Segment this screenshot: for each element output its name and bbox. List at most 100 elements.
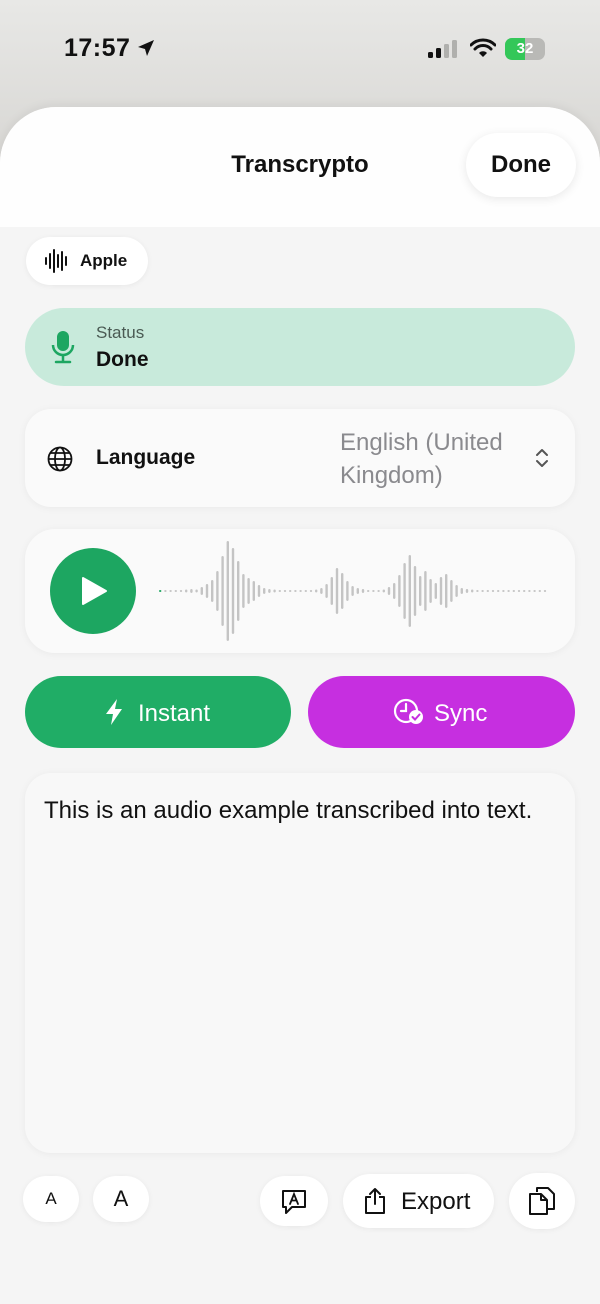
language-value: English (United Kingdom) <box>340 429 503 489</box>
waveform-bar <box>367 590 370 592</box>
waveform-bar <box>299 590 302 592</box>
export-label: Export <box>401 1188 471 1215</box>
waveform-bar <box>356 588 359 594</box>
language-label: Language <box>96 446 196 469</box>
instant-button[interactable]: Instant <box>25 676 291 748</box>
waveform-bar <box>216 571 219 611</box>
waveform-bar <box>517 590 521 592</box>
waveform-bar <box>169 590 172 592</box>
waveform-bar <box>315 589 318 593</box>
audio-waveform[interactable] <box>157 539 547 643</box>
sync-button[interactable]: Sync <box>308 676 575 748</box>
battery-level: 32 <box>516 40 534 57</box>
waveform-bar <box>294 590 297 592</box>
waveform-bar <box>455 585 458 597</box>
waveform-bar <box>190 589 193 593</box>
waveform-bar <box>445 574 448 608</box>
waveform-bar <box>393 583 396 599</box>
waveform-bar <box>512 590 515 592</box>
globe-icon <box>47 446 73 472</box>
audio-player <box>25 529 575 653</box>
waveform-bar <box>382 589 385 593</box>
waveform-bar <box>200 587 203 595</box>
waveform-bar <box>346 581 349 601</box>
play-icon <box>82 577 107 605</box>
waveform-bar <box>419 576 422 606</box>
waveform-bar <box>372 590 375 592</box>
waveform-bar <box>476 590 479 592</box>
waveform-bar <box>164 590 167 592</box>
waveform-bar <box>465 589 469 593</box>
waveform-bar <box>309 590 313 592</box>
waveform-bar <box>237 561 240 621</box>
play-button[interactable] <box>50 548 136 634</box>
waveform-bar <box>179 590 183 592</box>
increase-text-size-button[interactable]: A <box>93 1176 149 1222</box>
waveform-bar <box>434 583 437 599</box>
waveform-bar <box>289 590 292 592</box>
waveform-bar <box>226 541 229 641</box>
status-time: 17:57 <box>64 34 131 62</box>
waveform-bar <box>351 586 354 596</box>
waveform-bar <box>491 590 495 592</box>
status-value: Done <box>96 348 149 371</box>
waveform-bar <box>304 590 307 592</box>
waveform-bar <box>211 580 214 602</box>
status-bar: 17:57 32 <box>0 0 600 96</box>
done-button[interactable]: Done <box>466 133 576 197</box>
sync-label: Sync <box>434 700 488 727</box>
waveform-bar <box>278 590 281 592</box>
waveform-bar <box>528 590 531 592</box>
translate-button[interactable] <box>260 1176 328 1226</box>
waveform-bar <box>252 581 255 601</box>
waveform-bar <box>403 563 406 619</box>
waveform-bar <box>273 589 276 593</box>
waveform-bar <box>335 568 339 614</box>
signal-icon <box>428 40 457 58</box>
bolt-icon <box>106 699 122 725</box>
microphone-icon <box>51 331 75 364</box>
waveform-bar <box>231 548 235 634</box>
status-caption: Status <box>96 323 145 342</box>
translate-bubble-icon <box>282 1190 306 1214</box>
waveform-bar <box>221 556 224 626</box>
waveform-bar <box>247 578 250 604</box>
engine-label: Apple <box>80 251 128 270</box>
waveform-bar <box>283 590 287 592</box>
language-selector[interactable]: Language English (United Kingdom) <box>25 409 575 507</box>
decrease-text-size-button[interactable]: A <box>23 1176 79 1222</box>
waveform-bar <box>408 555 411 627</box>
waveform-bar <box>185 589 188 593</box>
waveform-bar <box>533 590 536 592</box>
waveform-bar <box>471 589 474 593</box>
transcript-text[interactable]: This is an audio example transcribed int… <box>44 795 544 826</box>
waveform-bar <box>361 589 365 593</box>
waveform-bar <box>507 590 510 592</box>
waveform-bar <box>263 588 266 594</box>
engine-selector[interactable]: Apple <box>26 237 148 285</box>
share-icon <box>365 1188 385 1214</box>
export-button[interactable]: Export <box>343 1174 494 1228</box>
waveform-bar <box>205 584 209 598</box>
waveform-bar <box>413 566 417 616</box>
chevron-up-down-icon <box>536 449 548 467</box>
waveform-bar <box>159 590 162 592</box>
waveform-bar <box>195 589 198 593</box>
waveform-bar <box>174 590 177 592</box>
waveform-bar <box>543 590 547 592</box>
waveform-icon <box>45 249 67 273</box>
waveform-bar <box>429 579 432 603</box>
transcript-box[interactable]: This is an audio example transcribed int… <box>25 773 575 1153</box>
waveform-bar <box>460 588 463 594</box>
waveform-bar <box>497 590 500 592</box>
waveform-bar <box>450 580 453 602</box>
waveform-bar <box>398 575 401 607</box>
waveform-bar <box>341 573 344 609</box>
waveform-bar <box>486 590 489 592</box>
waveform-bar <box>523 590 526 592</box>
waveform-bar <box>502 590 505 592</box>
clock-check-icon <box>393 698 423 724</box>
waveform-bar <box>538 590 541 592</box>
copy-button[interactable] <box>509 1173 575 1229</box>
status-card: Status Done <box>25 308 575 386</box>
